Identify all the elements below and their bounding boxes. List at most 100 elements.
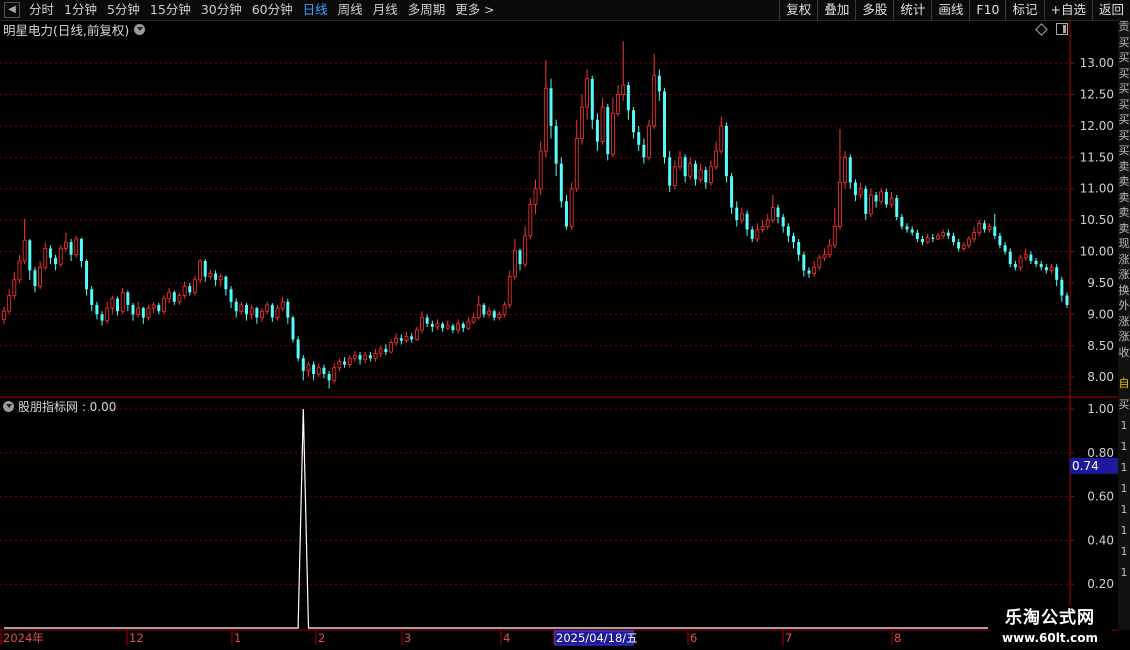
candle-body: [291, 317, 295, 340]
candle-body: [487, 310, 491, 315]
candle-body: [884, 191, 888, 205]
candle-body: [38, 266, 43, 287]
strip-label: 买: [1118, 144, 1130, 157]
candle-body: [977, 222, 982, 234]
candle-body: [657, 75, 661, 92]
candle-body: [172, 292, 176, 302]
candle-body: [632, 110, 636, 133]
y-tick-label: 0.20: [1087, 577, 1114, 591]
candle-body: [203, 260, 207, 277]
candle-body: [100, 314, 104, 321]
candle-body: [590, 78, 594, 120]
candle-body: [698, 169, 703, 180]
candle-body: [735, 207, 739, 221]
candle-body: [337, 361, 342, 369]
candle-body: [188, 286, 192, 293]
candle-body: [502, 304, 507, 315]
candle-body: [719, 125, 724, 152]
candle-body: [838, 182, 842, 227]
candle-body: [414, 329, 419, 340]
candle-body: [1023, 254, 1028, 259]
candle-body: [476, 304, 481, 318]
y-tick-label: 8.50: [1087, 339, 1114, 353]
candle-body: [683, 157, 687, 177]
candle-body: [146, 307, 151, 318]
candle-body: [781, 217, 785, 227]
candle-body: [724, 125, 728, 177]
strip-label: 1: [1120, 440, 1128, 453]
candle-body: [384, 348, 388, 353]
strip-label: 买: [1118, 51, 1130, 64]
candle-body: [874, 195, 878, 202]
strip-label: 自: [1118, 377, 1130, 390]
candle-body: [528, 204, 533, 237]
kline-chart[interactable]: 13.0012.5012.0011.5011.0010.5010.009.509…: [0, 0, 1130, 650]
candle-body: [306, 364, 311, 372]
date-axis-label: 8: [894, 631, 901, 645]
candle-body: [895, 198, 899, 217]
strip-label: 现: [1118, 237, 1130, 250]
candle-body: [792, 235, 796, 243]
y-tick-label: 13.00: [1080, 56, 1114, 70]
indicator-title: 股朋指标网 : 0.00: [18, 400, 117, 414]
candle-body: [435, 323, 440, 328]
candle-body: [461, 323, 465, 329]
candle-body: [1029, 254, 1033, 261]
candle-body: [900, 217, 904, 227]
candle-body: [327, 374, 331, 381]
candle-body: [28, 240, 32, 271]
strip-label: 卖: [1118, 159, 1130, 173]
candle-body: [95, 304, 99, 315]
candle-body: [352, 354, 357, 359]
candle-body: [1034, 260, 1038, 265]
strip-label: 卖: [1118, 175, 1130, 188]
watermark-title: 乐淘公式网: [1005, 608, 1095, 628]
indicator-dropdown-icon[interactable]: [3, 401, 14, 412]
candle-body: [162, 298, 166, 312]
candle-body: [492, 311, 496, 318]
candle-body: [889, 197, 894, 205]
candle-body: [1003, 245, 1007, 252]
strip-label: 涨: [1118, 314, 1130, 328]
candle-body: [507, 276, 512, 306]
y-tick-label: 0.60: [1087, 490, 1114, 504]
candle-body: [48, 248, 52, 258]
candle-body: [193, 279, 197, 293]
candle-body: [678, 156, 682, 168]
candle-body: [466, 321, 471, 329]
strip-label: 卖: [1118, 206, 1130, 219]
candle-body: [363, 354, 368, 360]
candle-body: [234, 301, 238, 312]
quote-side-strip: 贡买买买买买买买买卖卖卖卖卖现涨涨换外涨涨收自买11111111: [1118, 20, 1130, 630]
candle-body: [471, 317, 476, 323]
candle-body: [1065, 295, 1069, 305]
candle-body: [208, 273, 213, 278]
candle-body: [745, 213, 749, 230]
indicator-title-bar: 股朋指标网 : 0.00: [2, 398, 116, 415]
strip-label: 买: [1118, 97, 1130, 111]
y-tick-label: 0.80: [1087, 446, 1114, 460]
candle-body: [740, 213, 744, 221]
candle-body: [332, 367, 337, 381]
candle-body: [595, 119, 599, 142]
y-tick-label: 10.00: [1080, 245, 1114, 259]
candle-body: [549, 88, 553, 126]
candle-body: [441, 323, 445, 329]
candle-body: [456, 323, 460, 331]
y-tick-label: 12.00: [1080, 119, 1114, 133]
candle-body: [296, 339, 300, 359]
candle-body: [864, 188, 868, 214]
strip-label: 买: [1118, 113, 1130, 126]
candle-body: [951, 235, 955, 243]
candle-body: [270, 304, 274, 318]
candle-body: [879, 191, 884, 202]
candle-body: [358, 355, 362, 360]
candle-body: [569, 188, 574, 227]
y-tick-label: 11.00: [1080, 182, 1114, 196]
candle-body: [941, 232, 946, 237]
candle-body: [647, 125, 651, 158]
y-tick-label: 12.50: [1080, 88, 1114, 102]
candle-body: [993, 226, 997, 236]
candle-body: [255, 308, 259, 318]
candle-body: [936, 235, 940, 240]
